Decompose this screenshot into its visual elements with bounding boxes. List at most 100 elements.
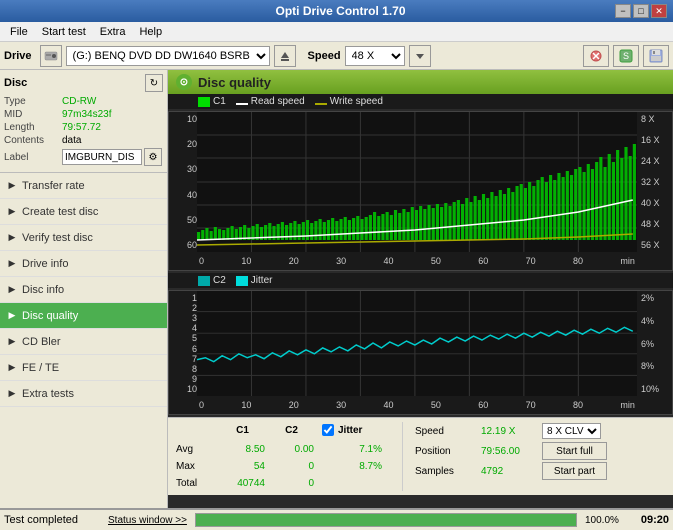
- nav-label-extra: Extra tests: [22, 388, 74, 400]
- y-tick-top-50: 50: [171, 215, 197, 225]
- max-c1: 54: [220, 461, 265, 472]
- nav-label-verify: Verify test disc: [22, 232, 93, 244]
- stats-header-c1: C1: [220, 425, 265, 436]
- drive-select[interactable]: (G:) BENQ DVD DD DW1640 BSRB: [66, 46, 270, 66]
- nav-icon-discinfo: ▶: [5, 283, 19, 297]
- y-axis-left-bottom: 10 9 8 7 6 5 4 3 2 1: [169, 291, 197, 396]
- nav-icon-verify: ▶: [5, 231, 19, 245]
- nav-label-create: Create test disc: [22, 206, 98, 218]
- nav-disc-quality[interactable]: ▶ Disc quality: [0, 303, 167, 329]
- x-tick-30: 30: [336, 256, 346, 266]
- y-tick-right-24x: 24 X: [639, 156, 670, 166]
- window-controls: − □ ✕: [615, 4, 667, 18]
- stats-table: C1 C2 Jitter Avg 8.50 0.00 7.1% Max 54 0…: [176, 422, 382, 491]
- jitter-checkbox[interactable]: [322, 424, 334, 436]
- y-tick-bot-8: 8: [171, 364, 197, 374]
- samples-label: Samples: [415, 466, 475, 477]
- position-value: 79:56.00: [481, 446, 536, 457]
- disc-title: Disc: [4, 77, 27, 89]
- y-tick-bot-7: 7: [171, 354, 197, 364]
- avg-c2: 0.00: [269, 444, 314, 455]
- length-value: 79:57.72: [62, 122, 101, 133]
- nav-fe-te[interactable]: ▶ FE / TE: [0, 355, 167, 381]
- start-full-button[interactable]: Start full: [542, 442, 607, 460]
- y-tick-top-30: 30: [171, 164, 197, 174]
- drive-bar: Drive (G:) BENQ DVD DD DW1640 BSRB Speed…: [0, 42, 673, 70]
- legend-jitter-color: [236, 276, 248, 286]
- y-axis-right-top: 56 X 48 X 40 X 32 X 24 X 16 X 8 X: [637, 112, 672, 252]
- right-stats: Speed 12.19 X 8 X CLV Position 79:56.00 …: [402, 422, 607, 491]
- speed-mode-select[interactable]: 8 X CLV: [542, 423, 601, 439]
- x-tick-0: 0: [199, 256, 204, 266]
- max-jitter: 8.7%: [322, 461, 382, 472]
- y-tick-right-10pct: 10%: [639, 384, 670, 394]
- toolbar-btn-2[interactable]: S: [613, 45, 639, 67]
- disc-quality-icon: ⊙: [176, 74, 192, 90]
- eject-button[interactable]: [274, 45, 296, 67]
- y-tick-right-8x: 8 X: [639, 114, 670, 124]
- label-action-button[interactable]: ⚙: [144, 148, 162, 166]
- chart-svg-top: [197, 112, 637, 252]
- nav-icon-driveinfo: ▶: [5, 257, 19, 271]
- y-tick-right-16x: 16 X: [639, 135, 670, 145]
- toolbar-btn-save[interactable]: [643, 45, 669, 67]
- speed-arrow-button[interactable]: [409, 45, 431, 67]
- nav-disc-info[interactable]: ▶ Disc info: [0, 277, 167, 303]
- type-value: CD-RW: [62, 96, 96, 107]
- disc-rotate-button[interactable]: ↻: [145, 74, 163, 92]
- x-tick-bot-10: 10: [241, 400, 251, 410]
- nav-drive-info[interactable]: ▶ Drive info: [0, 251, 167, 277]
- y-tick-right-2pct: 2%: [639, 293, 670, 303]
- nav-icon-create: ▶: [5, 205, 19, 219]
- y-tick-right-48x: 48 X: [639, 219, 670, 229]
- x-tick-40: 40: [384, 256, 394, 266]
- title-bar: Opti Drive Control 1.70 − □ ✕: [0, 0, 673, 22]
- status-time: 09:20: [629, 514, 669, 526]
- status-text: Test completed: [4, 514, 104, 526]
- x-tick-bot-0: 0: [199, 400, 204, 410]
- samples-value: 4792: [481, 466, 536, 477]
- close-button[interactable]: ✕: [651, 4, 667, 18]
- legend-jitter-label: Jitter: [251, 275, 273, 286]
- nav-create-test-disc[interactable]: ▶ Create test disc: [0, 199, 167, 225]
- nav-transfer-rate[interactable]: ▶ Transfer rate: [0, 173, 167, 199]
- status-window-button[interactable]: Status window >>: [108, 515, 187, 526]
- disc-section: Disc ↻ Type CD-RW MID 97m34s23f Length 7…: [0, 70, 167, 173]
- toolbar-btn-1[interactable]: [583, 45, 609, 67]
- x-axis-bottom: 0 10 20 30 40 50 60 70 80 min: [197, 396, 637, 414]
- x-tick-bot-20: 20: [289, 400, 299, 410]
- x-tick-50: 50: [431, 256, 441, 266]
- nav-extra-tests[interactable]: ▶ Extra tests: [0, 381, 167, 407]
- menu-file[interactable]: File: [4, 24, 34, 40]
- chart-legend: C1 Read speed Write speed: [168, 94, 673, 109]
- stats-header-c2: C2: [269, 425, 314, 436]
- mid-label: MID: [4, 109, 62, 120]
- legend-writespeed-color: [315, 103, 327, 105]
- menu-extra[interactable]: Extra: [94, 24, 132, 40]
- x-tick-60: 60: [478, 256, 488, 266]
- menu-starttest[interactable]: Start test: [36, 24, 92, 40]
- maximize-button[interactable]: □: [633, 4, 649, 18]
- y-tick-bot-2: 2: [171, 303, 197, 313]
- menu-help[interactable]: Help: [133, 24, 168, 40]
- legend-c1-label: C1: [213, 96, 226, 107]
- minimize-button[interactable]: −: [615, 4, 631, 18]
- label-input[interactable]: [62, 149, 142, 165]
- disc-quality-title: Disc quality: [198, 75, 271, 90]
- chart-inner-bottom: [197, 291, 637, 396]
- status-percent: 100.0%: [585, 515, 625, 526]
- x-tick-bot-30: 30: [336, 400, 346, 410]
- chart-svg-bottom: [197, 291, 637, 396]
- start-part-button[interactable]: Start part: [542, 462, 607, 480]
- nav-label-transfer: Transfer rate: [22, 180, 85, 192]
- nav-verify-test-disc[interactable]: ▶ Verify test disc: [0, 225, 167, 251]
- nav-cd-bler[interactable]: ▶ CD Bler: [0, 329, 167, 355]
- speed-select[interactable]: 48 X: [345, 46, 405, 66]
- progress-bar-fill: [196, 514, 576, 526]
- nav-icon-fete: ▶: [5, 361, 19, 375]
- nav-label-cdbler: CD Bler: [22, 336, 61, 348]
- legend-readspeed-color: [236, 103, 248, 105]
- x-tick-20: 20: [289, 256, 299, 266]
- legend-write-label: Write speed: [330, 96, 383, 107]
- x-tick-bot-70: 70: [526, 400, 536, 410]
